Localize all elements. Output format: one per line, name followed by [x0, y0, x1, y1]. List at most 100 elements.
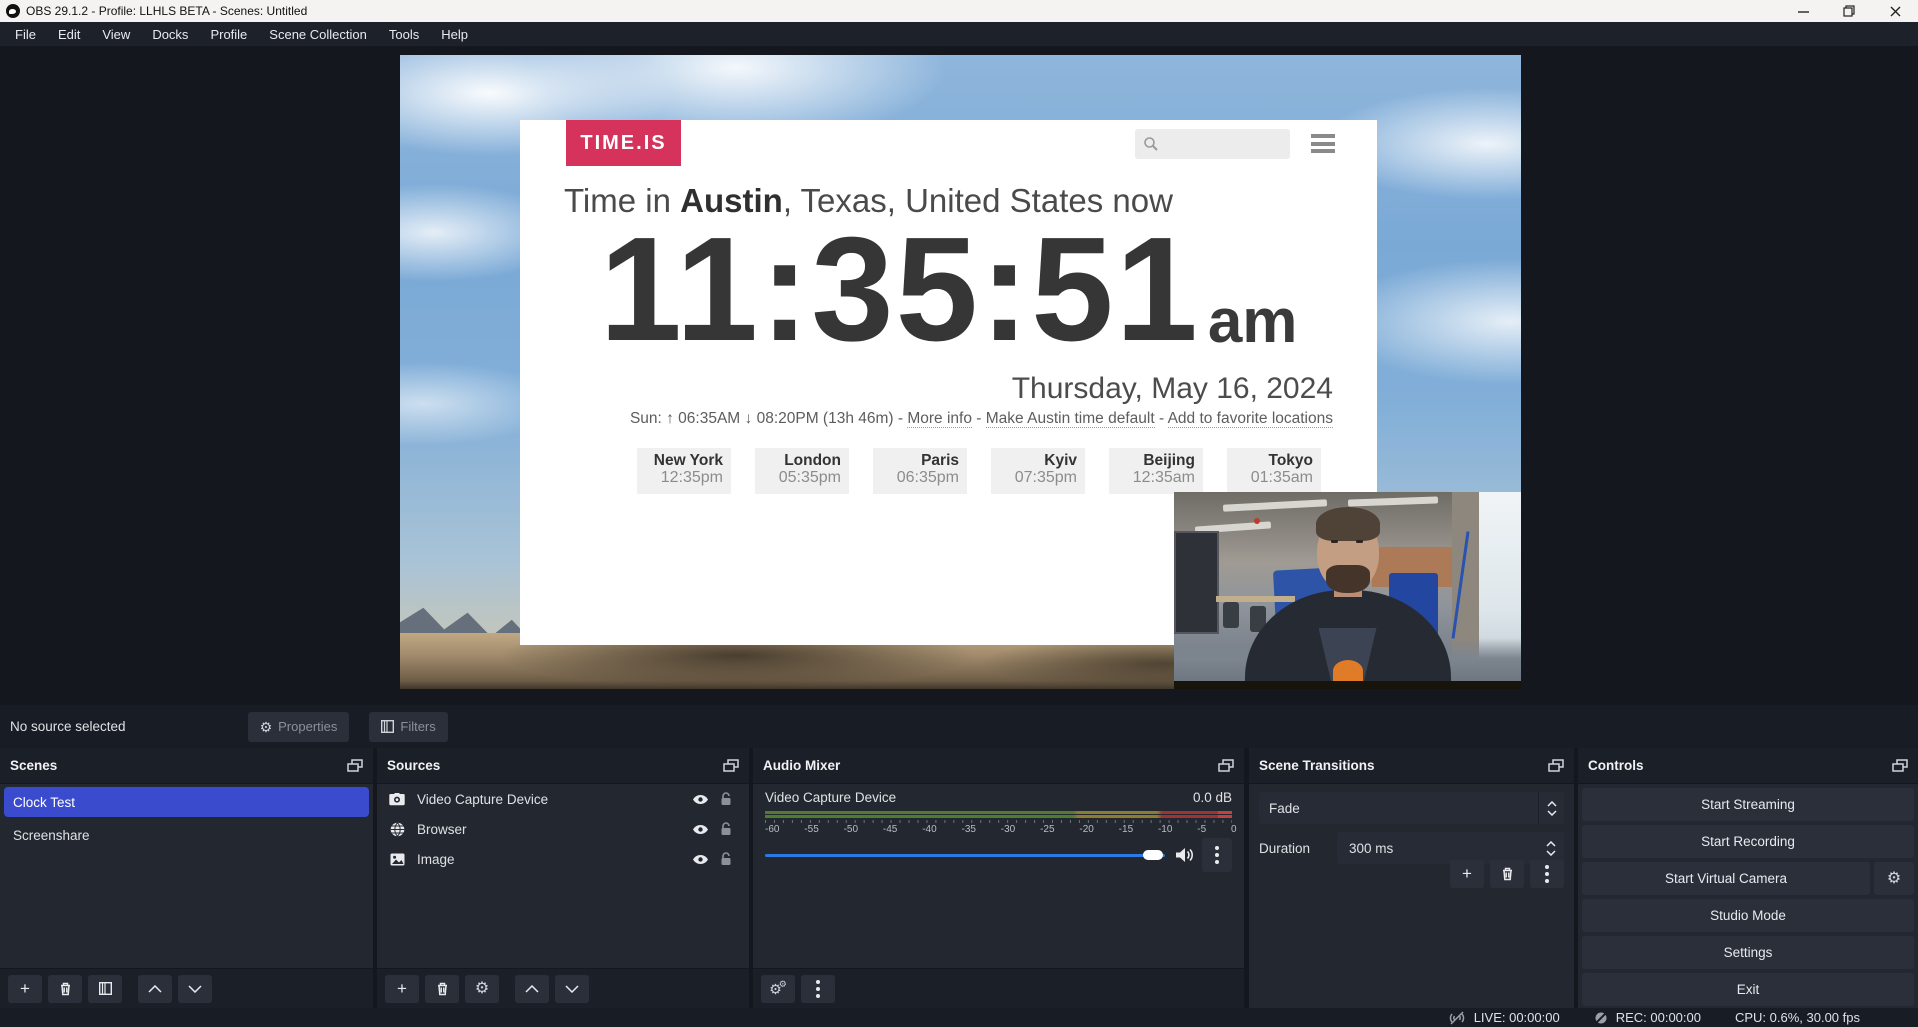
menu-file[interactable]: File	[4, 22, 47, 46]
timeis-clock-row: 11:35:51 am	[520, 212, 1377, 367]
remove-transition-button[interactable]	[1490, 860, 1524, 888]
source-row-image[interactable]: Image	[377, 844, 749, 874]
lock-icon[interactable]	[713, 852, 739, 866]
exit-button[interactable]: Exit	[1582, 973, 1914, 1006]
controls-title: Controls	[1588, 758, 1644, 773]
hamburger-menu-icon	[1311, 134, 1335, 153]
timeis-search-box	[1135, 129, 1290, 159]
controls-dock-header[interactable]: Controls	[1578, 748, 1918, 784]
menu-view[interactable]: View	[91, 22, 141, 46]
transition-menu-button[interactable]	[1530, 860, 1564, 888]
popout-icon[interactable]	[1892, 759, 1908, 773]
city-cell: Tokyo01:35am	[1227, 448, 1321, 494]
restore-button[interactable]	[1826, 0, 1872, 22]
move-source-up-button[interactable]	[515, 975, 549, 1003]
transitions-dock-header[interactable]: Scene Transitions	[1249, 748, 1574, 784]
meter-scale: -60-55-50-45-40-35-30-25-20-15-10-50	[765, 820, 1232, 836]
scenes-dock: Scenes Clock Test Screenshare +	[0, 748, 373, 1008]
speaker-icon[interactable]	[1175, 847, 1195, 863]
city-cell: London05:35pm	[755, 448, 849, 494]
sources-title: Sources	[387, 758, 440, 773]
image-icon	[387, 853, 407, 866]
close-button[interactable]	[1872, 0, 1918, 22]
transition-selected-value: Fade	[1259, 801, 1300, 816]
virtual-camera-config-button[interactable]: ⚙	[1874, 862, 1914, 895]
add-scene-button[interactable]: +	[8, 975, 42, 1003]
menu-tools[interactable]: Tools	[378, 22, 430, 46]
menu-profile[interactable]: Profile	[199, 22, 258, 46]
volume-slider[interactable]	[765, 845, 1165, 865]
volume-slider-handle[interactable]	[1143, 850, 1163, 860]
start-recording-button[interactable]: Start Recording	[1582, 825, 1914, 858]
audio-mixer-dock-header[interactable]: Audio Mixer	[753, 748, 1244, 784]
window-title: OBS 29.1.2 - Profile: LLHLS BETA - Scene…	[26, 4, 307, 18]
transition-select-arrows[interactable]	[1538, 792, 1564, 824]
menu-docks[interactable]: Docks	[141, 22, 199, 46]
controls-dock: Controls Start Streaming Start Recording…	[1578, 748, 1918, 1008]
gear-icon: ⚙	[260, 720, 273, 734]
live-timer: LIVE: 00:00:00	[1474, 1010, 1560, 1025]
source-row-video-capture[interactable]: Video Capture Device	[377, 784, 749, 814]
timeis-world-clocks: New York12:35pm London05:35pm Paris06:35…	[637, 448, 1321, 494]
globe-icon	[387, 822, 407, 837]
title-bar: OBS 29.1.2 - Profile: LLHLS BETA - Scene…	[0, 0, 1918, 22]
popout-icon[interactable]	[1548, 759, 1564, 773]
popout-icon[interactable]	[1218, 759, 1234, 773]
sources-dock-header[interactable]: Sources	[377, 748, 749, 784]
city-cell: Kyiv07:35pm	[991, 448, 1085, 494]
move-scene-up-button[interactable]	[138, 975, 172, 1003]
advanced-audio-button[interactable]: ⚙⚙	[761, 975, 795, 1003]
scenes-title: Scenes	[10, 758, 57, 773]
filters-icon	[381, 720, 394, 733]
properties-button[interactable]: ⚙ Properties	[248, 712, 350, 742]
menu-scene-collection[interactable]: Scene Collection	[258, 22, 378, 46]
duration-value: 300 ms	[1337, 841, 1393, 856]
scenes-toolbar: +	[0, 968, 373, 1008]
scene-filters-button[interactable]	[88, 975, 122, 1003]
live-inactive-icon	[1448, 1011, 1466, 1025]
popout-icon[interactable]	[347, 759, 363, 773]
lock-icon[interactable]	[713, 792, 739, 806]
obs-window: OBS 29.1.2 - Profile: LLHLS BETA - Scene…	[0, 0, 1918, 1027]
move-source-down-button[interactable]	[555, 975, 589, 1003]
audio-mixer-title: Audio Mixer	[763, 758, 840, 773]
scenes-dock-header[interactable]: Scenes	[0, 748, 373, 784]
remove-scene-button[interactable]	[48, 975, 82, 1003]
add-transition-button[interactable]: +	[1450, 860, 1484, 888]
visibility-eye-icon[interactable]	[687, 824, 713, 835]
start-virtual-camera-button[interactable]: Start Virtual Camera	[1582, 862, 1870, 895]
preview-workspace: TIME.IS Time in Austin, Texas, United St…	[0, 46, 1918, 705]
source-row-browser[interactable]: Browser	[377, 814, 749, 844]
source-properties-button[interactable]: ⚙	[465, 975, 499, 1003]
settings-button[interactable]: Settings	[1582, 936, 1914, 969]
rec-timer: REC: 00:00:00	[1616, 1010, 1701, 1025]
add-source-button[interactable]: +	[385, 975, 419, 1003]
filters-button[interactable]: Filters	[369, 712, 447, 742]
remove-source-button[interactable]	[425, 975, 459, 1003]
mixer-channel-menu-button[interactable]	[1202, 838, 1232, 872]
scene-item-clock-test[interactable]: Clock Test	[4, 787, 369, 817]
lock-icon[interactable]	[713, 822, 739, 836]
start-streaming-button[interactable]: Start Streaming	[1582, 788, 1914, 821]
no-source-status: No source selected	[10, 719, 126, 734]
city-cell: Paris06:35pm	[873, 448, 967, 494]
timeis-logo: TIME.IS	[566, 120, 681, 166]
preview-canvas[interactable]: TIME.IS Time in Austin, Texas, United St…	[400, 55, 1521, 689]
transitions-title: Scene Transitions	[1259, 758, 1375, 773]
move-scene-down-button[interactable]	[178, 975, 212, 1003]
studio-mode-button[interactable]: Studio Mode	[1582, 899, 1914, 932]
visibility-eye-icon[interactable]	[687, 854, 713, 865]
popout-icon[interactable]	[723, 759, 739, 773]
menu-help[interactable]: Help	[430, 22, 479, 46]
scene-item-screenshare[interactable]: Screenshare	[4, 820, 369, 850]
menu-edit[interactable]: Edit	[47, 22, 91, 46]
duration-spin-arrows[interactable]	[1546, 841, 1564, 856]
cpu-fps-stats: CPU: 0.6%, 30.00 fps	[1735, 1010, 1860, 1025]
minimize-button[interactable]	[1780, 0, 1826, 22]
mixer-menu-button[interactable]	[801, 975, 835, 1003]
visibility-eye-icon[interactable]	[687, 794, 713, 805]
sources-toolbar: + ⚙	[377, 968, 749, 1008]
make-default-link: Make Austin time default	[986, 410, 1155, 428]
city-cell: New York12:35pm	[637, 448, 731, 494]
transition-select[interactable]: Fade	[1259, 792, 1564, 824]
